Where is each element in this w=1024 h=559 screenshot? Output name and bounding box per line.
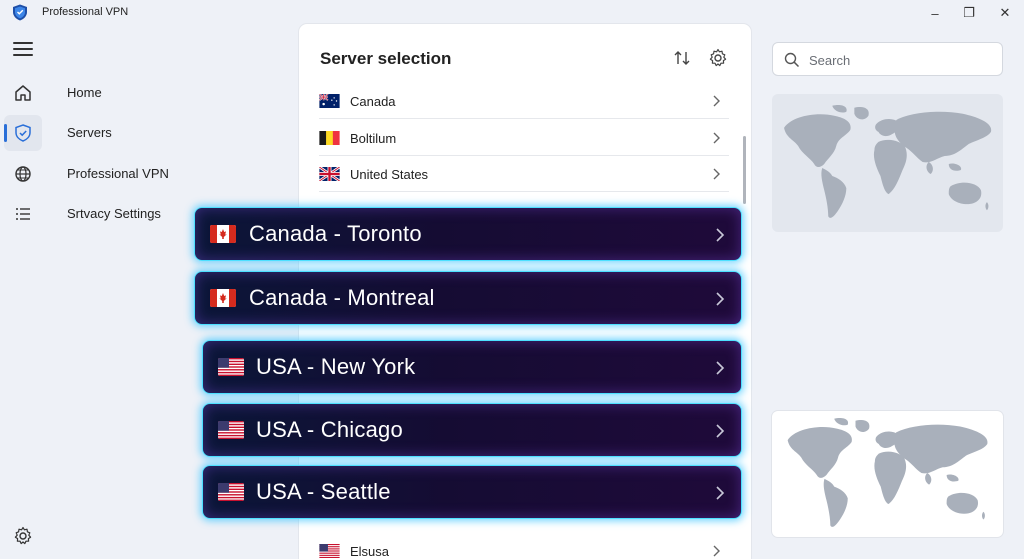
overlay-card-canada-montreal[interactable]: Canada - Montreal [194, 271, 742, 325]
world-map-icon [772, 94, 1003, 232]
sidebar-item-servers[interactable]: Servers [0, 115, 200, 151]
overlay-card-canada-toronto[interactable]: Canada - Toronto [194, 207, 742, 261]
server-label: United States [350, 167, 429, 182]
active-indicator [4, 124, 7, 142]
chevron-right-icon [713, 545, 720, 557]
overlay-card-usa-chicago[interactable]: USA - Chicago [202, 403, 742, 457]
maximize-button[interactable]: ❐ [954, 3, 984, 23]
sort-icon[interactable] [672, 48, 692, 68]
list-icon [16, 208, 30, 220]
usa-flag-icon [218, 483, 244, 501]
sidebar-item-home[interactable]: Home [0, 75, 200, 111]
chevron-right-icon [713, 168, 720, 180]
minimize-button[interactable]: – [920, 3, 950, 23]
search-input[interactable] [809, 50, 989, 70]
overlay-card-usa-new-york[interactable]: USA - New York [202, 340, 742, 394]
sidebar-item-professional-vpn[interactable]: Professional VPN [0, 156, 200, 192]
home-icon [15, 85, 31, 101]
chevron-right-icon [716, 361, 725, 375]
close-button[interactable]: ✕ [990, 3, 1020, 23]
uk-flag-icon [319, 167, 340, 181]
gear-icon[interactable] [708, 48, 728, 68]
usa-flag-icon [319, 544, 340, 558]
overlay-card-label: USA - Seattle [256, 479, 391, 504]
world-map-card [772, 94, 1003, 232]
world-map-icon [772, 411, 1003, 537]
australia-flag-icon [319, 94, 340, 108]
world-map-card [772, 411, 1003, 537]
overlay-card-usa-seattle[interactable]: USA - Seattle [202, 465, 742, 519]
overlay-card-label: Canada - Toronto [249, 221, 422, 246]
sidebar-item-privacy-settings[interactable]: Srtvacy Settings [0, 196, 200, 232]
app-title: Professional VPN [42, 6, 129, 18]
chevron-right-icon [713, 132, 720, 144]
shield-logo-icon [13, 4, 27, 21]
search-icon [784, 52, 800, 68]
usa-flag-icon [218, 421, 244, 439]
sidebar-item-label: Servers [67, 125, 112, 140]
overlay-card-label: USA - New York [256, 354, 416, 379]
canada-flag-icon [210, 225, 236, 243]
server-row[interactable]: United States [319, 156, 729, 192]
overlay-card-label: USA - Chicago [256, 417, 403, 442]
chevron-right-icon [716, 424, 725, 438]
sidebar-item-label: Professional VPN [67, 166, 169, 181]
overlay-card-label: Canada - Montreal [249, 285, 435, 310]
server-row[interactable]: Elsusa [319, 533, 729, 559]
chevron-right-icon [716, 228, 725, 242]
server-row[interactable]: Canada [319, 83, 729, 119]
sidebar-item-label: Srtvacy Settings [67, 206, 161, 221]
server-label: Canada [350, 94, 396, 109]
globe-icon [15, 166, 31, 182]
server-label: Elsusa [350, 544, 390, 559]
usa-flag-icon [218, 358, 244, 376]
settings-gear-icon[interactable] [13, 526, 33, 546]
title-bar: Professional VPN – ❐ ✕ [0, 0, 1024, 26]
sidebar-item-label: Home [67, 85, 102, 100]
canada-flag-icon [210, 289, 236, 307]
server-row[interactable]: Boltilum [319, 120, 729, 156]
panel-title: Server selection [320, 49, 452, 68]
chevron-right-icon [713, 95, 720, 107]
hamburger-menu-icon[interactable] [13, 42, 33, 58]
shield-icon [15, 124, 31, 142]
server-label: Boltilum [350, 131, 397, 146]
scrollbar[interactable] [743, 136, 746, 204]
belgium-flag-icon [319, 131, 340, 145]
chevron-right-icon [716, 486, 725, 500]
chevron-right-icon [716, 292, 725, 306]
search-box[interactable] [772, 42, 1003, 76]
